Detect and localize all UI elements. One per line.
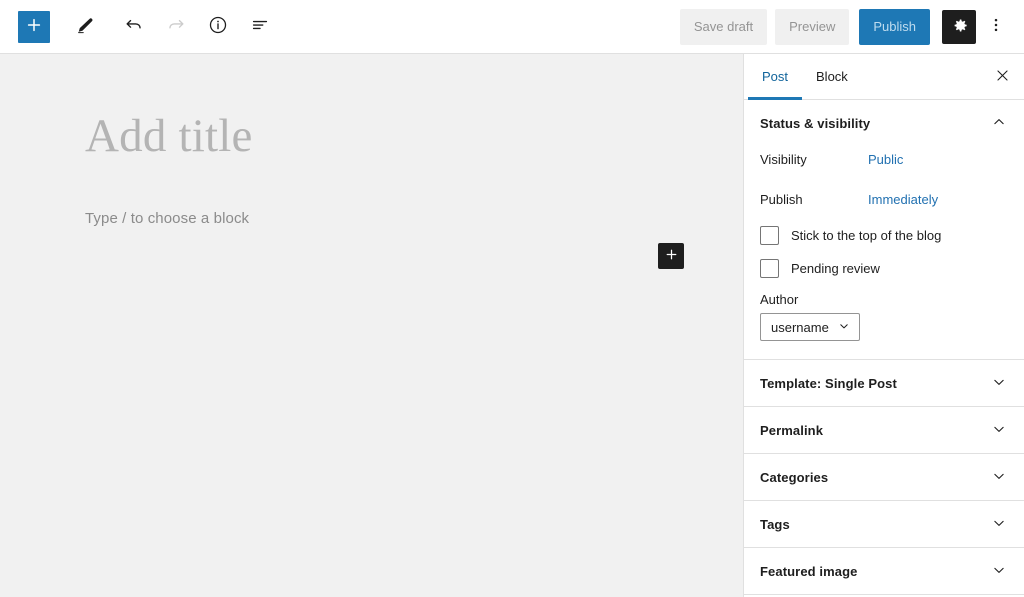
sticky-post-label: Stick to the top of the blog xyxy=(791,228,942,243)
block-inserter-toggle-button[interactable] xyxy=(18,10,50,43)
sticky-post-checkbox-row[interactable]: Stick to the top of the blog xyxy=(760,226,1008,245)
sidebar-panels: Status & visibility Visibility Public Pu… xyxy=(744,100,1024,597)
chevron-down-icon xyxy=(990,420,1008,441)
panel-title: Permalink xyxy=(760,422,824,438)
undo-button[interactable] xyxy=(116,9,152,45)
post-title-input[interactable]: Add title xyxy=(0,109,743,163)
gutenberg-editor: Save draft Preview Publish Add title Typ… xyxy=(0,0,1024,597)
author-select-value: username xyxy=(771,319,829,335)
chevron-down-icon xyxy=(990,514,1008,535)
panel-tags: Tags xyxy=(744,501,1024,548)
panel-permalink: Permalink xyxy=(744,407,1024,454)
tab-post[interactable]: Post xyxy=(748,54,803,100)
plus-icon xyxy=(664,247,679,265)
list-view-icon xyxy=(249,14,271,39)
panel-template-header[interactable]: Template: Single Post xyxy=(744,360,1024,406)
pending-review-checkbox[interactable] xyxy=(760,259,779,278)
panel-categories: Categories xyxy=(744,454,1024,501)
preview-button[interactable]: Preview xyxy=(775,8,850,45)
settings-sidebar: Post Block Status & visibility Visibilit… xyxy=(743,54,1024,597)
chevron-up-icon xyxy=(990,113,1008,134)
panel-template: Template: Single Post xyxy=(744,360,1024,407)
publish-label: Publish xyxy=(760,191,803,207)
header-right-actions: Save draft Preview Publish xyxy=(679,8,1012,45)
save-draft-button[interactable]: Save draft xyxy=(679,8,768,45)
gear-icon xyxy=(950,16,969,38)
panel-title: Status & visibility xyxy=(760,115,871,131)
chevron-down-icon xyxy=(990,467,1008,488)
list-view-button[interactable] xyxy=(242,9,278,45)
close-sidebar-button[interactable] xyxy=(980,54,1024,99)
kebab-menu-icon xyxy=(986,15,1006,38)
pencil-icon xyxy=(74,15,95,39)
editor-header-toolbar: Save draft Preview Publish xyxy=(0,0,1024,54)
redo-button[interactable] xyxy=(158,9,194,45)
info-icon xyxy=(207,14,229,39)
chevron-down-icon xyxy=(990,561,1008,582)
plus-icon xyxy=(24,15,44,38)
undo-icon xyxy=(123,14,145,39)
chevron-down-icon xyxy=(990,373,1008,394)
sidebar-tab-bar: Post Block xyxy=(744,54,1024,100)
redo-icon xyxy=(165,14,187,39)
panel-status-visibility: Status & visibility Visibility Public Pu… xyxy=(744,100,1024,360)
panel-featured-image-header[interactable]: Featured image xyxy=(744,548,1024,594)
settings-toggle-button[interactable] xyxy=(942,9,976,44)
publish-date-button[interactable]: Immediately xyxy=(868,192,938,207)
panel-status-visibility-body: Visibility Public Publish Immediately St… xyxy=(744,146,1024,359)
editor-canvas[interactable]: Add title Type / to choose a block xyxy=(0,54,743,597)
edit-mode-pencil-button[interactable] xyxy=(66,9,102,45)
post-content-area: Add title Type / to choose a block xyxy=(0,54,743,227)
pending-review-checkbox-row[interactable]: Pending review xyxy=(760,259,1008,278)
visibility-row: Visibility Public xyxy=(760,146,1008,172)
panel-tags-header[interactable]: Tags xyxy=(744,501,1024,547)
panel-title: Featured image xyxy=(760,563,858,579)
sticky-post-checkbox[interactable] xyxy=(760,226,779,245)
chevron-down-icon xyxy=(837,319,851,336)
panel-categories-header[interactable]: Categories xyxy=(744,454,1024,500)
more-options-button[interactable] xyxy=(980,9,1012,45)
header-left-tools xyxy=(18,9,278,45)
visibility-value-button[interactable]: Public xyxy=(868,152,903,167)
author-label: Author xyxy=(760,292,799,307)
panel-title: Template: Single Post xyxy=(760,375,897,391)
panel-title: Tags xyxy=(760,516,790,532)
default-block-appender[interactable]: Type / to choose a block xyxy=(0,210,743,227)
panel-permalink-header[interactable]: Permalink xyxy=(744,407,1024,453)
visibility-label: Visibility xyxy=(760,151,807,167)
inline-block-inserter-button[interactable] xyxy=(658,243,684,269)
panel-title: Categories xyxy=(760,469,829,485)
tab-block[interactable]: Block xyxy=(802,54,862,99)
publish-date-row: Publish Immediately xyxy=(760,186,1008,212)
close-icon xyxy=(994,67,1011,87)
panel-featured-image: Featured image xyxy=(744,548,1024,595)
publish-button[interactable]: Publish xyxy=(859,8,930,45)
author-select[interactable]: username xyxy=(760,313,860,341)
panel-status-visibility-header[interactable]: Status & visibility xyxy=(744,100,1024,146)
pending-review-label: Pending review xyxy=(791,261,880,276)
editor-body: Add title Type / to choose a block Post … xyxy=(0,54,1024,597)
details-button[interactable] xyxy=(200,9,236,45)
